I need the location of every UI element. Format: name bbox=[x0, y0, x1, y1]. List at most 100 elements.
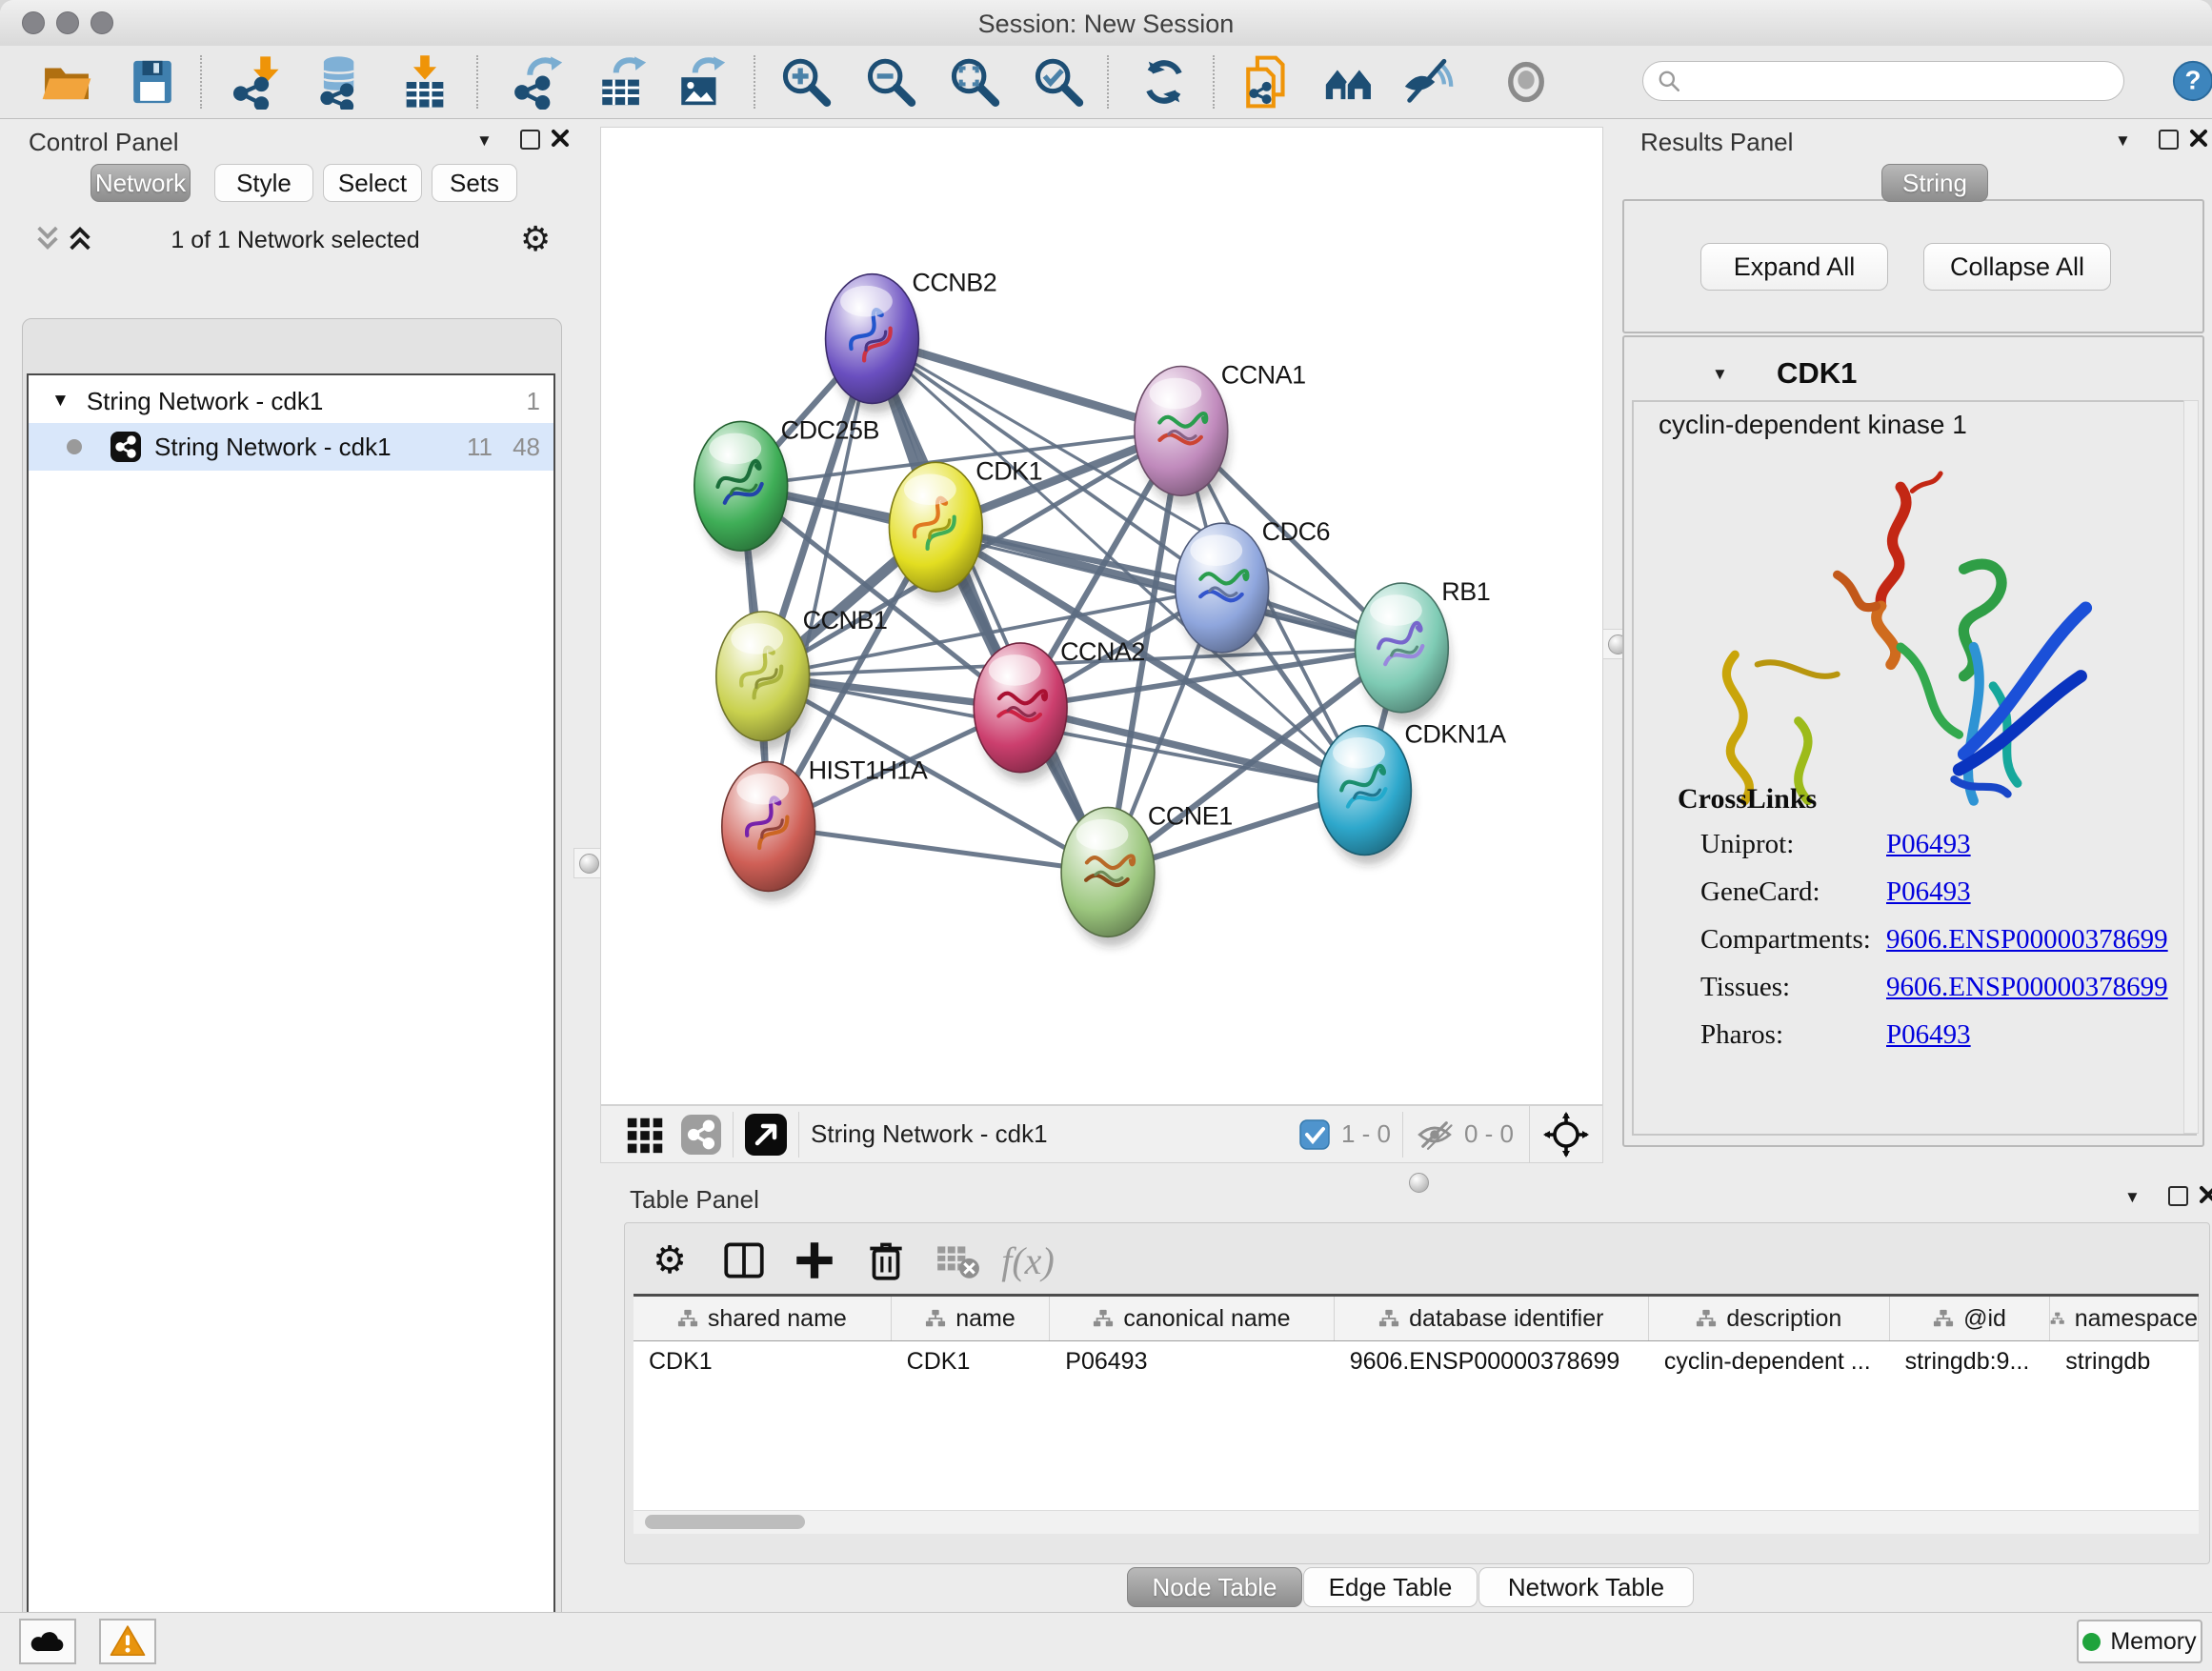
houses-button[interactable] bbox=[1317, 51, 1380, 112]
scrollbar-thumb[interactable] bbox=[645, 1515, 805, 1529]
table-row[interactable]: CDK1CDK1P064939606.ENSP00000378699cyclin… bbox=[633, 1341, 2199, 1381]
crosslink-value-link[interactable]: P06493 bbox=[1886, 829, 1971, 860]
column-header-name[interactable]: name bbox=[892, 1297, 1051, 1340]
float-panel-icon[interactable] bbox=[2168, 1186, 2188, 1206]
table-cell[interactable]: cyclin-dependent ... bbox=[1649, 1341, 1890, 1381]
column-header-description[interactable]: description bbox=[1649, 1297, 1890, 1340]
node-hist1h1a[interactable] bbox=[722, 762, 816, 901]
zoom-out-button[interactable] bbox=[858, 51, 921, 112]
network-canvas[interactable]: CCNB2CCNA1CDC25BCDK1CDC6RB1CCNB1CCNA2CDK… bbox=[600, 127, 1603, 1105]
window-title: Session: New Session bbox=[0, 10, 2212, 39]
node-ccne1[interactable] bbox=[1061, 808, 1156, 947]
help-button[interactable]: ? bbox=[2171, 59, 2212, 108]
network-selection-status: 1 of 1 Network selected bbox=[114, 227, 476, 254]
float-panel-icon[interactable] bbox=[2159, 130, 2179, 150]
node-ccnb2[interactable] bbox=[826, 274, 920, 413]
crosslink-value-link[interactable]: 9606.ENSP00000378699 bbox=[1886, 924, 2168, 956]
import-network-database-button[interactable] bbox=[310, 51, 372, 112]
crosslink-value-link[interactable]: P06493 bbox=[1886, 1019, 1971, 1051]
column-header-id[interactable]: @id bbox=[1890, 1297, 2051, 1340]
tab-network-table[interactable]: Network Table bbox=[1478, 1567, 1694, 1607]
memory-button[interactable]: Memory bbox=[2077, 1620, 2202, 1663]
column-type-icon bbox=[1378, 1308, 1399, 1329]
results-scrollbar[interactable] bbox=[2183, 400, 2199, 1134]
zoom-in-button[interactable] bbox=[774, 51, 836, 112]
gear-icon[interactable]: ⚙ bbox=[646, 1237, 694, 1284]
node-rb1[interactable] bbox=[1355, 583, 1449, 722]
gray-orb-icon bbox=[1501, 57, 1551, 107]
table-cell[interactable]: stringdb bbox=[2050, 1341, 2199, 1381]
cloud-button[interactable] bbox=[19, 1619, 76, 1664]
table-cell[interactable]: P06493 bbox=[1050, 1341, 1334, 1381]
fit-content-button[interactable] bbox=[942, 51, 1005, 112]
export-table-button[interactable] bbox=[592, 51, 654, 112]
expand-all-icon[interactable] bbox=[67, 225, 93, 252]
share-icon[interactable] bbox=[681, 1115, 721, 1155]
table-container: ⚙ f(x) shared namenamecanonical namedata… bbox=[624, 1222, 2210, 1564]
node-cdkn1a[interactable] bbox=[1318, 726, 1413, 865]
tab-edge-table[interactable]: Edge Table bbox=[1303, 1567, 1478, 1607]
import-network-file-button[interactable] bbox=[228, 51, 291, 112]
table-cell[interactable]: stringdb:9... bbox=[1890, 1341, 2051, 1381]
panel-menu-icon[interactable]: ▼ bbox=[476, 132, 493, 149]
warning-button[interactable] bbox=[99, 1619, 156, 1664]
delete-column-icon[interactable] bbox=[862, 1237, 910, 1284]
tab-sets[interactable]: Sets bbox=[432, 164, 517, 202]
tab-node-table[interactable]: Node Table bbox=[1127, 1567, 1302, 1607]
import-table-file-button[interactable] bbox=[393, 51, 456, 112]
column-header-namespace[interactable]: namespace bbox=[2050, 1297, 2199, 1340]
save-session-button[interactable] bbox=[121, 51, 184, 112]
panel-menu-icon[interactable]: ▼ bbox=[2115, 132, 2131, 149]
tab-network[interactable]: Network bbox=[90, 164, 191, 202]
crosslink-value-link[interactable]: P06493 bbox=[1886, 876, 1971, 908]
horizontal-scrollbar[interactable] bbox=[633, 1510, 2199, 1534]
table-cell[interactable]: CDK1 bbox=[633, 1341, 892, 1381]
collapse-all-icon[interactable] bbox=[34, 225, 61, 252]
node-cdc25b[interactable] bbox=[694, 421, 789, 560]
edge-hist1h1a-ccne1[interactable] bbox=[769, 827, 1108, 873]
close-panel-icon[interactable] bbox=[2199, 1185, 2212, 1204]
edge-ccnb2-hist1h1a[interactable] bbox=[769, 339, 873, 827]
birdseye-crosshair-icon[interactable] bbox=[1543, 1112, 1589, 1158]
node-cdc6[interactable] bbox=[1176, 523, 1270, 662]
delete-table-icon[interactable] bbox=[934, 1237, 981, 1284]
disclosure-triangle-icon[interactable]: ▼ bbox=[51, 391, 70, 412]
search-input[interactable] bbox=[1642, 61, 2124, 101]
tab-select[interactable]: Select bbox=[323, 164, 422, 202]
node-ccna2[interactable] bbox=[974, 643, 1068, 782]
expand-all-button[interactable]: Expand All bbox=[1700, 243, 1888, 291]
zoom-selected-button[interactable] bbox=[1026, 51, 1089, 112]
column-header-canonicalname[interactable]: canonical name bbox=[1050, 1297, 1334, 1340]
tab-style[interactable]: Style bbox=[214, 164, 313, 202]
network-collection-row[interactable]: ▼ String Network - cdk1 1 bbox=[29, 379, 553, 423]
columns-icon[interactable] bbox=[720, 1237, 768, 1284]
export-network-button[interactable] bbox=[508, 51, 571, 112]
float-panel-icon[interactable] bbox=[520, 130, 540, 150]
network-options-gear-icon[interactable]: ⚙ bbox=[520, 219, 551, 259]
close-panel-icon[interactable] bbox=[551, 129, 570, 148]
section-disclosure-icon[interactable]: ▼ bbox=[1712, 366, 1728, 382]
clone-network-button[interactable] bbox=[1237, 51, 1300, 112]
column-header-sharedname[interactable]: shared name bbox=[633, 1297, 892, 1340]
open-in-new-icon[interactable] bbox=[745, 1114, 787, 1156]
node-ccnb1[interactable] bbox=[716, 612, 811, 751]
tab-string[interactable]: String bbox=[1881, 164, 1988, 202]
close-panel-icon[interactable] bbox=[2189, 129, 2208, 148]
panel-menu-icon[interactable]: ▼ bbox=[2124, 1189, 2141, 1205]
add-column-icon[interactable] bbox=[791, 1237, 838, 1284]
gray-orb-button[interactable] bbox=[1495, 51, 1558, 112]
column-header-databaseidentifier[interactable]: database identifier bbox=[1335, 1297, 1649, 1340]
selected-checkbox[interactable] bbox=[1299, 1119, 1330, 1150]
open-session-button[interactable] bbox=[35, 51, 98, 112]
hidden-eye-icon[interactable] bbox=[1415, 1115, 1455, 1155]
network-row-selected[interactable]: String Network - cdk1 11 48 bbox=[29, 423, 553, 471]
grid-icon[interactable] bbox=[624, 1113, 668, 1157]
crosslink-value-link[interactable]: 9606.ENSP00000378699 bbox=[1886, 972, 2168, 1003]
export-image-button[interactable] bbox=[671, 51, 734, 112]
hide-graphics-button[interactable] bbox=[1397, 51, 1459, 112]
table-cell[interactable]: 9606.ENSP00000378699 bbox=[1335, 1341, 1649, 1381]
function-builder-icon[interactable]: f(x) bbox=[1004, 1237, 1052, 1284]
refresh-view-button[interactable] bbox=[1133, 51, 1196, 112]
table-cell[interactable]: CDK1 bbox=[892, 1341, 1051, 1381]
collapse-all-button[interactable]: Collapse All bbox=[1923, 243, 2111, 291]
